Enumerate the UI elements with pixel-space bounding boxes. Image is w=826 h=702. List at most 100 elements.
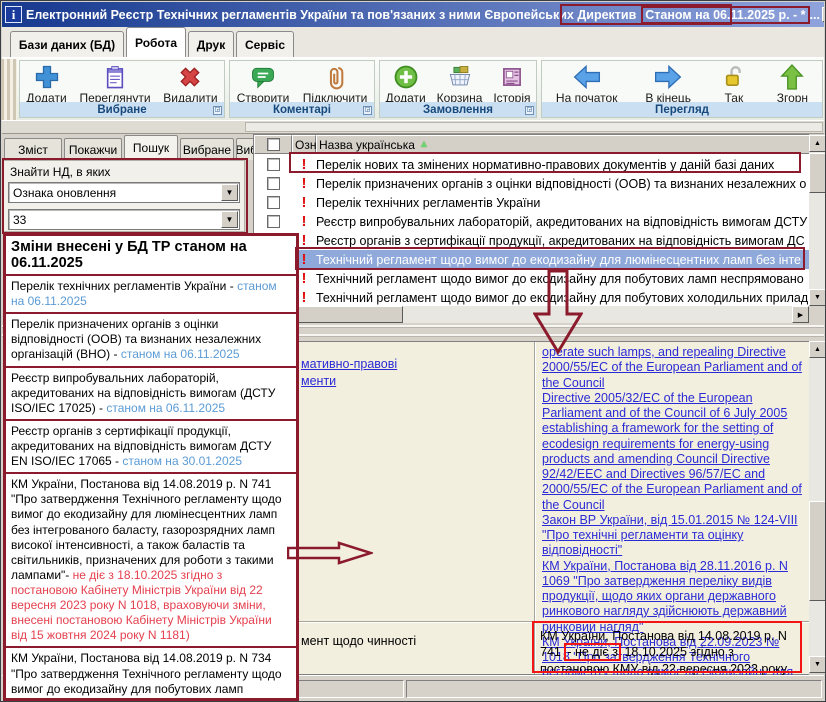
toolbar-grip[interactable] [1,59,17,120]
chevron-down-icon[interactable]: ▼ [221,184,238,201]
view-favorite-button[interactable]: Переглянути [75,62,154,106]
left-tab-vybrane[interactable]: Вибране [180,138,234,160]
dialog-launcher-icon[interactable]: ◲ [363,106,372,115]
header-checkbox-cell[interactable] [254,135,292,154]
tab-servis[interactable]: Сервіс [236,31,294,57]
search-label: Знайти НД, в яких [10,165,240,179]
dialog-launcher-icon[interactable]: ◲ [213,106,222,115]
combo-value: 33 [13,213,26,227]
row-checkbox[interactable] [267,177,280,190]
add-favorite-button[interactable]: Додати [22,62,70,106]
go-last-button[interactable]: В кінець [641,62,695,106]
row-checkbox[interactable] [267,196,280,209]
scrollbar-thumb[interactable] [809,153,826,193]
row-checkbox[interactable] [267,215,280,228]
column-divider [534,342,535,674]
minimize-button[interactable]: _ [822,7,824,22]
annotation-section: Реєстр випробувальних лабораторій, акред… [6,368,296,421]
select-all-checkbox[interactable] [267,138,280,151]
annotation-section: Перелік технічних регламентів України - … [6,276,296,314]
scroll-down-icon[interactable]: ▼ [809,289,826,306]
arrow-left-icon [572,63,602,91]
notepad-icon [100,63,130,91]
field-label-normative-docs-fragment[interactable]: мативно-правові [301,357,397,371]
list-row[interactable]: ! Реєстр органів з сертифікації продукці… [254,231,810,250]
header-label: Назва українська [319,138,415,152]
annotation-text: КМ України, Постанова від 14.08.2019 р. … [11,651,289,701]
annotation-date: станом на 06.11.2025 [121,347,240,361]
create-comment-button[interactable]: Створити [233,62,294,106]
basket-icon [445,63,475,91]
field-label-normative-docs-fragment[interactable]: менти [301,374,336,388]
annotation-section: Перелік призначених органів з оцінки від… [6,314,296,367]
tab-druk[interactable]: Друк [188,31,234,57]
scroll-up-icon[interactable]: ▲ [809,135,826,152]
validity-highlight-annotated: - не діє з [564,643,621,661]
go-first-button[interactable]: На початок [552,62,622,106]
scroll-right-icon[interactable]: ▶ [792,306,809,323]
row-checkbox[interactable] [267,158,280,171]
annotation-date: станом на 30.01.2025 [122,454,242,468]
scrollbar-corner [809,306,826,323]
lock-toggle-button[interactable]: Так [715,62,753,106]
app-icon: i [5,6,22,23]
chevron-down-icon[interactable]: ▼ [221,211,238,228]
group-caption-zamovlennia: Замовлення [380,102,536,117]
annotation-text: Перелік технічних регламентів України - [11,279,237,293]
history-button[interactable]: Історія [489,62,534,106]
left-tab-zmist[interactable]: Зміст [4,138,62,160]
speech-bubble-icon [248,63,278,91]
validity-field-label-fragment: мент щодо чинності [301,634,416,648]
scroll-down-icon[interactable]: ▼ [809,656,826,673]
list-row[interactable]: ! Технічний регламент щодо вимог до екод… [254,269,810,288]
list-row[interactable]: ! Перелік нових та змінених нормативно-п… [254,155,810,174]
document-link[interactable]: КМ України, Постанова від 28.11.2016 р. … [542,559,806,635]
exclamation-icon: ! [292,175,316,192]
document-link[interactable]: Закон ВР України, від 15.01.2015 № 124-V… [542,513,806,559]
delete-favorite-button[interactable]: Видалити [159,62,221,106]
search-field-combobox[interactable]: Ознака оновлення ▼ [8,182,240,203]
main-tab-strip: Бази даних (БД) Робота Друк Сервіс [2,27,824,58]
list-row[interactable]: ! Перелік технічних регламентів України [254,193,810,212]
window-title-date-annotated: Станом на 06.11.2025 р. - * [641,6,809,24]
collapse-button[interactable]: Згорн [773,62,812,106]
search-value-combobox[interactable]: 33 ▼ [8,209,240,230]
window-title-tail: ... [810,8,820,22]
history-icon [497,63,527,91]
list-row[interactable]: ! Технічний регламент щодо вимог до екод… [254,288,810,307]
plus-icon [32,63,62,91]
toolbar-group-vybrane: Додати Переглянути Видалити Вибране ◲ [19,60,225,118]
tab-robota[interactable]: Робота [126,27,186,57]
header-name-col[interactable]: Назва українська ▲ [316,135,810,154]
add-order-button[interactable]: Додати [381,62,429,106]
tab-bazy-danykh[interactable]: Бази даних (БД) [10,31,124,57]
red-x-icon [175,63,205,91]
exclamation-icon: ! [292,194,316,211]
list-row-selected[interactable]: ! Технічний регламент щодо вимог до екод… [254,250,810,269]
left-tab-pokazhchyky[interactable]: Покажчи [64,138,122,160]
left-tab-poshuk[interactable]: Пошук [124,135,178,160]
scrollbar-thumb[interactable] [809,501,826,601]
attach-comment-button[interactable]: Підключити [299,62,372,106]
search-area: Знайти НД, в яких Ознака оновлення ▼ 33 … [3,160,245,232]
row-text: Перелік призначених органів з оцінки від… [316,177,806,191]
group-caption-perehliad: Перегляд [542,102,822,117]
annotation-section: КМ України, Постанова від 14.08.2019 р. … [6,648,296,701]
dock-slot [245,122,823,132]
toolbar-group-komentari: Створити Підключити Коментарі ◲ [229,60,375,118]
row-text: Технічний регламент щодо вимог до екодиз… [316,253,801,267]
documents-list: Озн Назва українська ▲ ! Перелік нових т… [253,134,809,306]
dialog-launcher-icon[interactable]: ◲ [525,106,534,115]
scroll-up-icon[interactable]: ▲ [809,341,826,358]
basket-button[interactable]: Корзина [433,62,487,106]
toolbar-group-perehliad: На початок В кінець Так Згорн Перегляд [541,60,823,118]
sort-ascending-icon: ▲ [419,139,429,150]
document-link[interactable]: Directive 2005/32/EC of the European Par… [542,391,806,513]
header-flag-col[interactable]: Озн [292,135,316,154]
list-row[interactable]: ! Перелік призначених органів з оцінки в… [254,174,810,193]
document-link[interactable]: operate such lamps, and repealing Direct… [542,345,806,391]
status-cell [406,680,822,698]
row-text: Технічний регламент щодо вимог до екодиз… [316,272,804,286]
exclamation-icon: ! [292,213,316,230]
list-row[interactable]: ! Реєстр випробувальних лабораторій, акр… [254,212,810,231]
